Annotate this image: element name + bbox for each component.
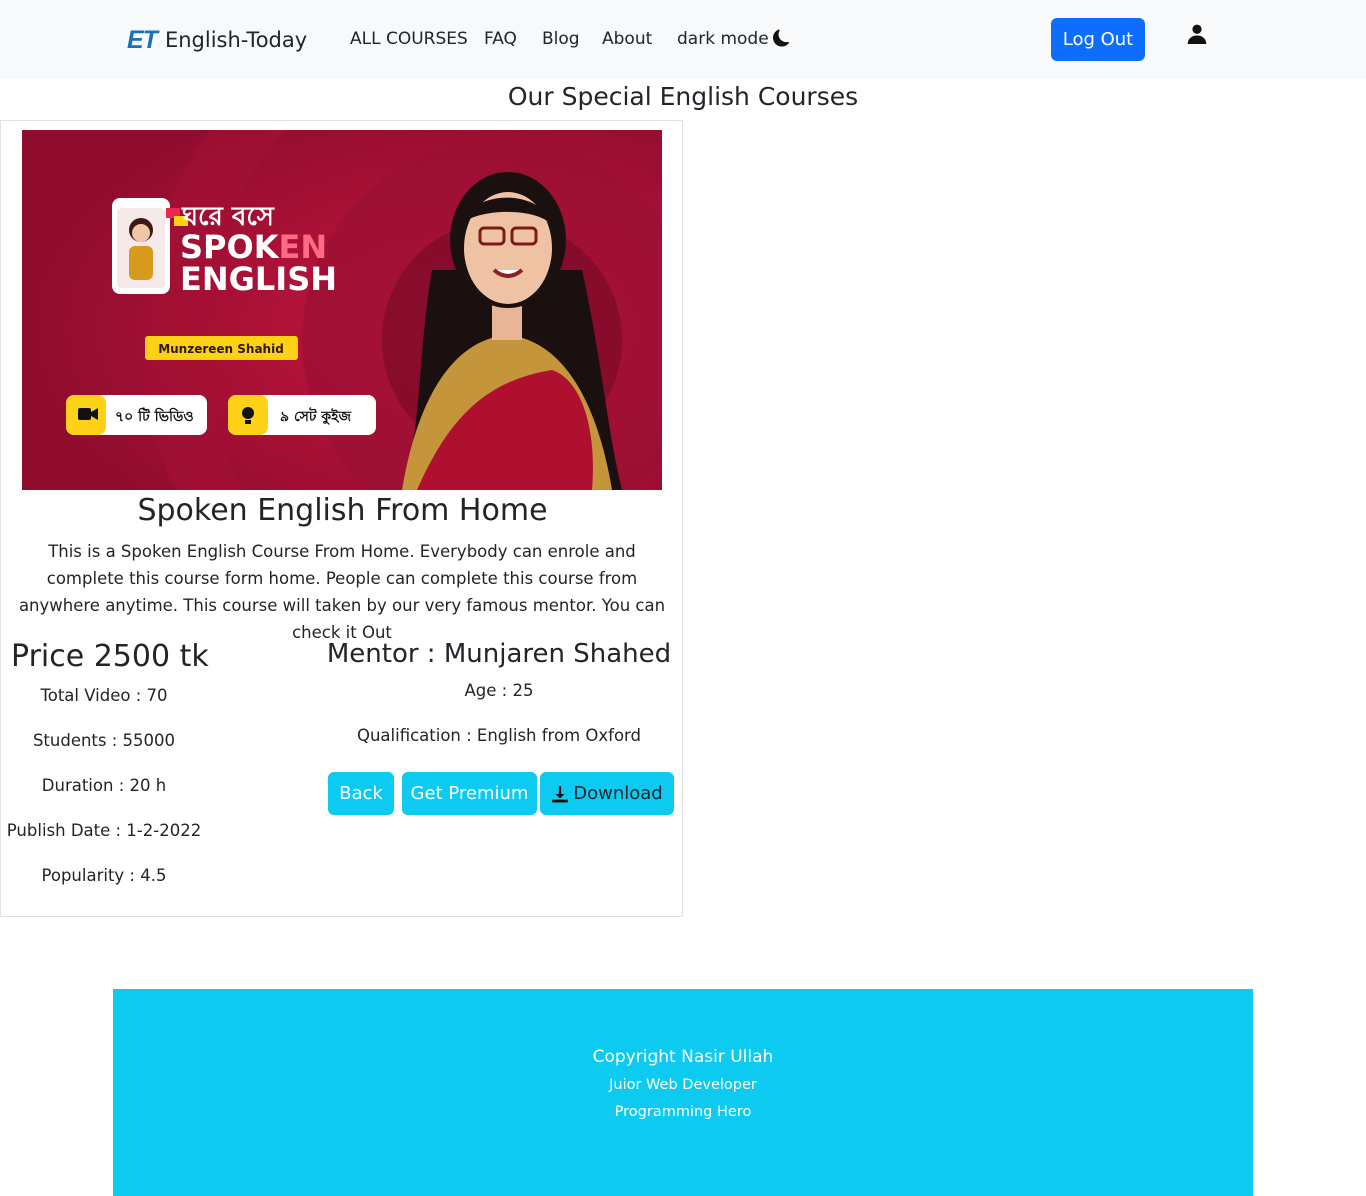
- course-title: Spoken English From Home: [137, 493, 548, 528]
- brand-link[interactable]: ET English-Today: [127, 24, 307, 56]
- course-banner-image: ঘরে বসে SPOKEN ENGLISH Munzereen Shahid …: [22, 130, 662, 490]
- svg-text:৯ সেট কুইজ: ৯ সেট কুইজ: [280, 407, 351, 426]
- mentor-qualification: Qualification : English from Oxford: [356, 726, 642, 745]
- course-card: ঘরে বসে SPOKEN ENGLISH Munzereen Shahid …: [0, 120, 683, 917]
- nav-link-about[interactable]: About: [602, 28, 652, 50]
- course-description: This is a Spoken English Course From Hom…: [18, 542, 666, 642]
- nav-link-all-courses[interactable]: ALL COURSES: [350, 28, 468, 50]
- back-button[interactable]: Back: [328, 772, 394, 815]
- footer-role: Juior Web Developer: [609, 1077, 757, 1093]
- moon-icon: [772, 29, 789, 47]
- footer-organization: Programming Hero: [614, 1104, 752, 1120]
- brand-logo: ET: [127, 25, 158, 54]
- get-premium-button[interactable]: Get Premium: [402, 772, 537, 815]
- svg-text:Munzereen Shahid: Munzereen Shahid: [158, 342, 284, 356]
- mentor-name: Mentor : Munjaren Shahed: [326, 639, 672, 669]
- footer-copyright: Copyright Nasir Ullah: [592, 1047, 774, 1067]
- nav-link-blog[interactable]: Blog: [542, 28, 580, 50]
- course-price: Price 2500 tk: [11, 639, 209, 674]
- mentor-age: Age : 25: [464, 681, 534, 700]
- svg-text:ENGLISH: ENGLISH: [180, 260, 337, 298]
- download-icon: [552, 785, 569, 802]
- download-button[interactable]: Download: [540, 772, 674, 815]
- logout-button[interactable]: Log Out: [1051, 18, 1145, 61]
- footer: Copyright Nasir Ullah Juior Web Develope…: [113, 989, 1253, 1196]
- stat-publish-date: Publish Date : 1-2-2022: [6, 821, 202, 840]
- dark-mode-label: dark mode: [677, 29, 769, 49]
- user-icon[interactable]: [1187, 24, 1207, 44]
- stat-students: Students : 55000: [32, 731, 176, 750]
- brand-name: English-Today: [164, 27, 308, 52]
- download-label: Download: [573, 783, 663, 804]
- nav-link-faq[interactable]: FAQ: [484, 28, 517, 50]
- svg-text:৭০ টি ভিডিও: ৭০ টি ভিডিও: [115, 407, 194, 425]
- navbar: ET English-Today ALL COURSES FAQ Blog Ab…: [0, 0, 1366, 79]
- dark-mode-toggle[interactable]: dark mode: [677, 28, 790, 50]
- page-title: Our Special English Courses: [507, 82, 859, 111]
- stat-popularity: Popularity : 4.5: [41, 866, 167, 885]
- stat-total-video: Total Video : 70: [40, 686, 168, 705]
- stat-duration: Duration : 20 h: [41, 776, 167, 795]
